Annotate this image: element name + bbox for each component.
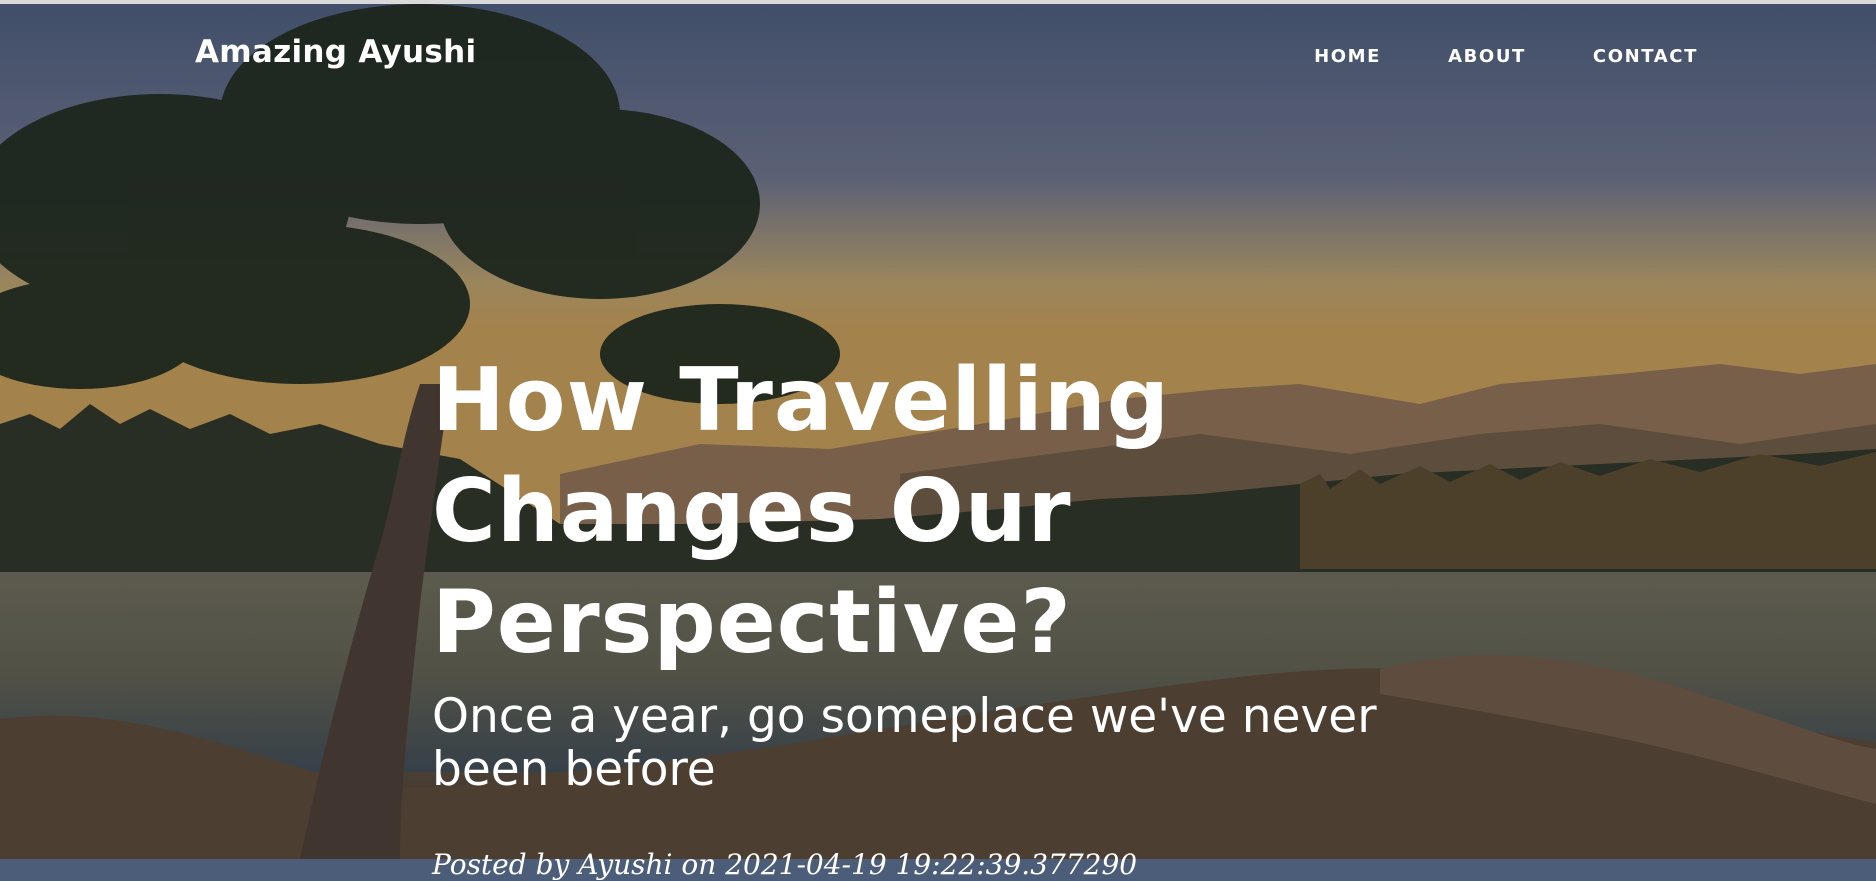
post-subtitle: Once a year, go someplace we've never be… <box>432 689 1377 797</box>
nav-link-home[interactable]: HOME <box>1314 46 1381 67</box>
window-top-border <box>0 0 1876 4</box>
nav-link-about[interactable]: ABOUT <box>1448 46 1526 67</box>
nav-link-contact[interactable]: CONTACT <box>1593 46 1698 67</box>
post-title: How Travelling Changes Our Perspective? <box>432 349 1171 673</box>
post-meta: Posted by Ayushi on 2021-04-19 19:22:39.… <box>432 848 1138 881</box>
brand-link[interactable]: Amazing Ayushi <box>195 34 476 70</box>
main-navigation: HOME ABOUT CONTACT <box>1314 46 1698 67</box>
